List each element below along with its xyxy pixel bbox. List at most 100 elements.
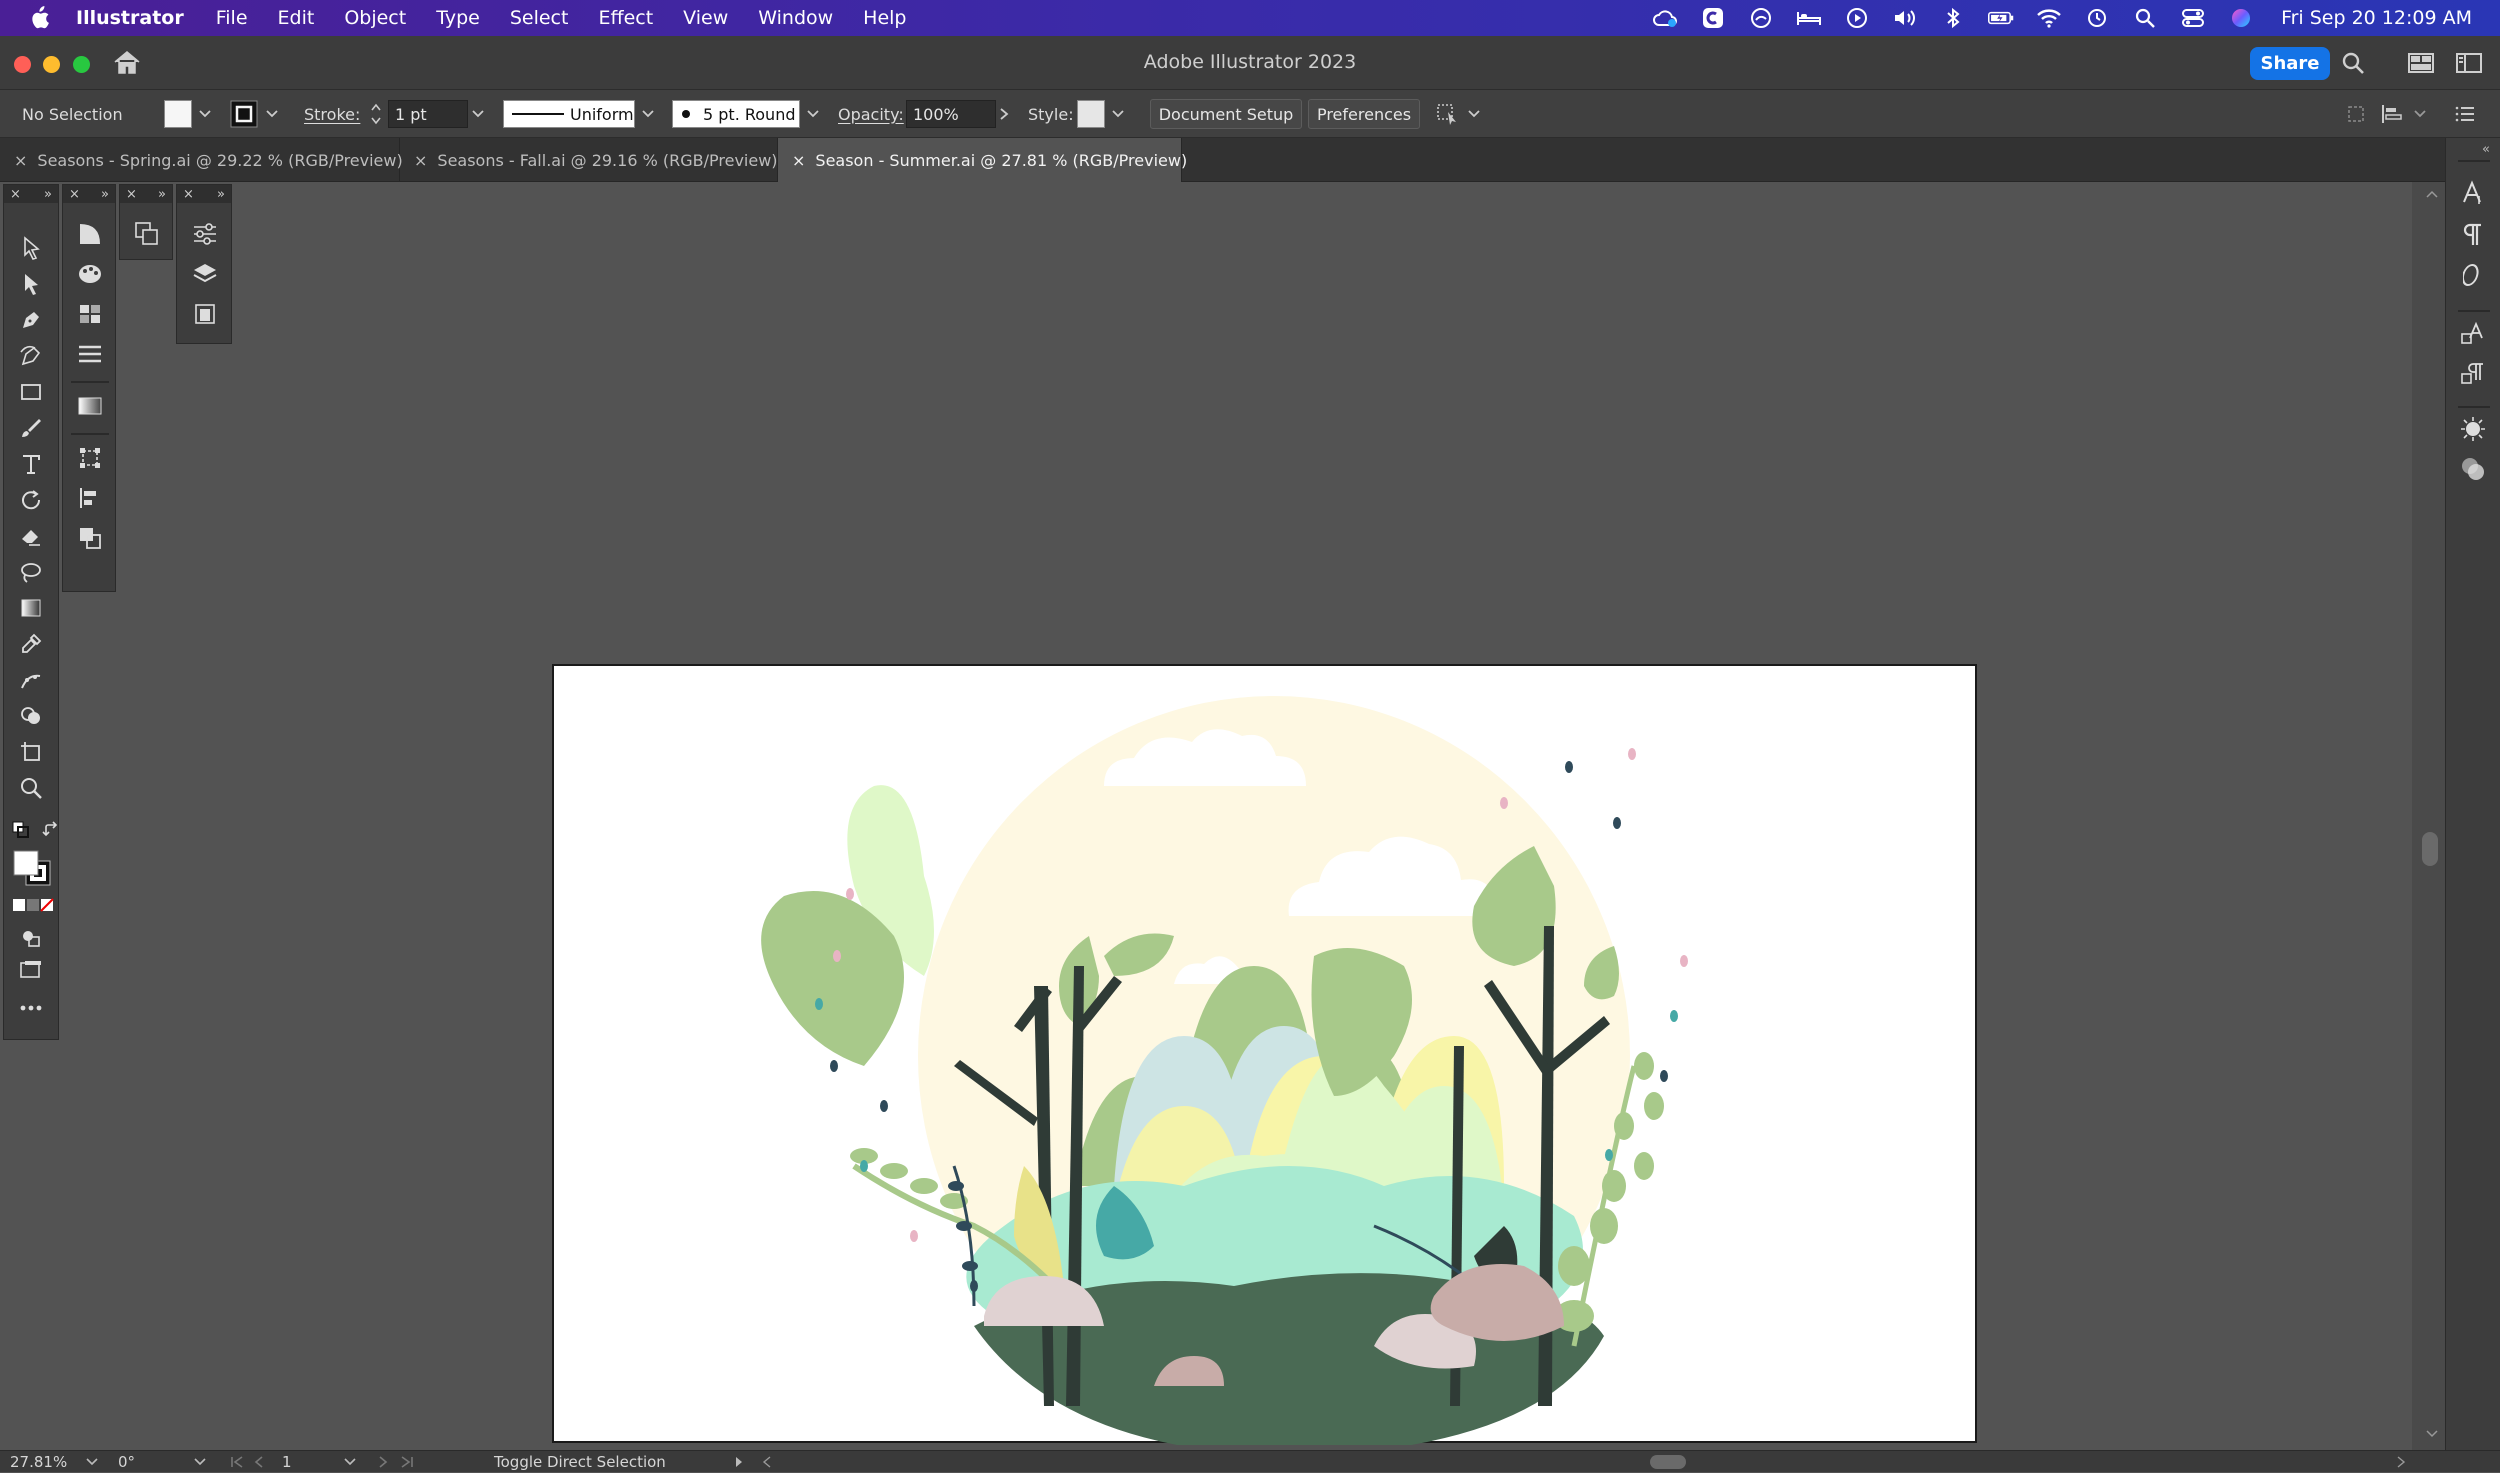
artboard-dropdown[interactable] bbox=[344, 1451, 356, 1473]
paragraph-panel-icon[interactable] bbox=[2458, 220, 2488, 250]
transparency-panel-icon[interactable] bbox=[2458, 454, 2488, 484]
shape-builder-tool-icon[interactable] bbox=[16, 701, 46, 731]
transform-panel-icon[interactable] bbox=[75, 443, 105, 473]
artboards-panel-icon[interactable] bbox=[132, 219, 162, 249]
stroke-color-dropdown[interactable] bbox=[264, 90, 280, 138]
panel-column-2-header[interactable]: ×» bbox=[63, 185, 115, 203]
profile-dropdown[interactable] bbox=[640, 90, 656, 138]
collapse-dock-icon[interactable]: « bbox=[2482, 142, 2490, 157]
stroke-panel-icon[interactable] bbox=[75, 339, 105, 369]
brush-dropdown[interactable] bbox=[805, 90, 821, 138]
stroke-weight-dropdown[interactable] bbox=[470, 90, 486, 138]
align-panel-icon[interactable] bbox=[75, 483, 105, 513]
search-icon[interactable] bbox=[2340, 50, 2366, 76]
selection-tool-icon[interactable] bbox=[16, 233, 46, 263]
opacity-input[interactable]: 100% bbox=[906, 100, 996, 128]
apple-icon[interactable] bbox=[28, 6, 50, 30]
first-artboard-icon[interactable] bbox=[230, 1451, 244, 1473]
pen-tool-icon[interactable] bbox=[16, 305, 46, 335]
fill-dropdown[interactable] bbox=[197, 90, 213, 138]
scroll-up-arrow[interactable] bbox=[2426, 190, 2438, 198]
character-styles-icon[interactable] bbox=[2458, 318, 2488, 348]
menu-object[interactable]: Object bbox=[344, 7, 406, 29]
preferences-button[interactable]: Preferences bbox=[1308, 99, 1420, 129]
battery-icon[interactable] bbox=[1988, 7, 2014, 29]
bluetooth-icon[interactable] bbox=[1940, 7, 1966, 29]
menu-help[interactable]: Help bbox=[863, 7, 906, 29]
c-app-icon[interactable] bbox=[1700, 7, 1726, 29]
default-fill-stroke-icon[interactable] bbox=[6, 815, 36, 845]
last-artboard-icon[interactable] bbox=[400, 1451, 414, 1473]
align-icon[interactable] bbox=[2380, 90, 2406, 138]
fill-stroke-indicator[interactable] bbox=[10, 847, 56, 891]
document-setup-button[interactable]: Document Setup bbox=[1150, 99, 1302, 129]
time-machine-icon[interactable] bbox=[2084, 7, 2110, 29]
menu-file[interactable]: File bbox=[216, 7, 248, 29]
vertical-scroll-thumb[interactable] bbox=[2422, 832, 2438, 866]
close-tab-icon[interactable]: × bbox=[414, 151, 427, 170]
play-icon[interactable] bbox=[1844, 7, 1870, 29]
close-tab-icon[interactable]: × bbox=[792, 151, 805, 170]
spotlight-search-icon[interactable] bbox=[2132, 7, 2158, 29]
scroll-down-arrow[interactable] bbox=[2426, 1430, 2438, 1438]
scroll-left-arrow[interactable] bbox=[762, 1451, 772, 1473]
curvature-tool-icon[interactable] bbox=[16, 341, 46, 371]
arrange-dropdown[interactable] bbox=[1466, 90, 1482, 138]
menu-select[interactable]: Select bbox=[510, 7, 569, 29]
scroll-right-arrow[interactable] bbox=[2396, 1451, 2406, 1473]
gradient-tool-icon[interactable] bbox=[16, 593, 46, 623]
paragraph-styles-icon[interactable] bbox=[2458, 358, 2488, 388]
drawing-mode-icon[interactable] bbox=[16, 923, 46, 953]
siri-icon[interactable] bbox=[2228, 7, 2254, 29]
libraries-panel-icon[interactable] bbox=[190, 299, 220, 329]
panel-column-4-header[interactable]: ×» bbox=[177, 185, 231, 203]
puppet-warp-tool-icon[interactable] bbox=[16, 665, 46, 695]
lasso-tool-icon[interactable] bbox=[16, 557, 46, 587]
paintbrush-tool-icon[interactable] bbox=[16, 413, 46, 443]
status-menu-arrow[interactable] bbox=[734, 1451, 744, 1473]
summer-forest-illustration[interactable] bbox=[554, 666, 1979, 1445]
close-panel-icon[interactable]: × bbox=[69, 187, 80, 202]
close-panel-icon[interactable]: × bbox=[183, 187, 194, 202]
share-button[interactable]: Share bbox=[2250, 47, 2330, 80]
expand-panel-icon[interactable]: » bbox=[101, 187, 109, 202]
transform-icon[interactable] bbox=[2345, 90, 2367, 138]
control-center-icon[interactable] bbox=[2180, 7, 2206, 29]
pathfinder-panel-icon[interactable] bbox=[75, 523, 105, 553]
previous-artboard-icon[interactable] bbox=[254, 1451, 264, 1473]
volume-icon[interactable] bbox=[1892, 7, 1918, 29]
expand-panel-icon[interactable]: » bbox=[158, 187, 166, 202]
menu-effect[interactable]: Effect bbox=[598, 7, 653, 29]
properties-panel-icon[interactable] bbox=[190, 219, 220, 249]
artboard[interactable] bbox=[552, 664, 1979, 1445]
rectangle-tool-icon[interactable] bbox=[16, 377, 46, 407]
tab-summer[interactable]: × Season - Summer.ai @ 27.81 % (RGB/Prev… bbox=[778, 138, 1187, 182]
gradient-panel-icon[interactable] bbox=[75, 391, 105, 421]
arrange-documents-icon[interactable] bbox=[2408, 52, 2434, 74]
canvas-area[interactable] bbox=[0, 182, 2430, 1450]
zoom-level[interactable]: 27.81% bbox=[10, 1453, 67, 1471]
stroke-label[interactable]: Stroke: bbox=[304, 90, 360, 138]
style-swatch[interactable] bbox=[1077, 90, 1105, 138]
opentype-panel-icon[interactable] bbox=[2458, 260, 2488, 290]
eraser-tool-icon[interactable] bbox=[16, 521, 46, 551]
expand-panel-icon[interactable]: » bbox=[44, 187, 52, 202]
wifi-icon[interactable] bbox=[2036, 7, 2062, 29]
vertical-scrollbar[interactable] bbox=[2412, 182, 2445, 1450]
close-panel-icon[interactable]: × bbox=[10, 187, 21, 202]
tab-spring[interactable]: × Seasons - Spring.ai @ 29.22 % (RGB/Pre… bbox=[0, 138, 403, 182]
close-panel-icon[interactable]: × bbox=[126, 187, 137, 202]
screen-mode-icon[interactable] bbox=[16, 955, 46, 985]
color-palette-icon[interactable] bbox=[75, 259, 105, 289]
zoom-tool-icon[interactable] bbox=[16, 773, 46, 803]
close-tab-icon[interactable]: × bbox=[14, 151, 27, 170]
type-tool-icon[interactable] bbox=[16, 449, 46, 479]
panel-column-3-header[interactable]: ×» bbox=[120, 185, 172, 203]
variable-width-profile[interactable]: Uniform bbox=[503, 100, 635, 128]
expand-panel-icon[interactable]: » bbox=[217, 187, 225, 202]
artboard-tool-icon[interactable] bbox=[16, 737, 46, 767]
menu-view[interactable]: View bbox=[683, 7, 728, 29]
stroke-weight-stepper[interactable] bbox=[369, 90, 383, 138]
arrange-icon[interactable] bbox=[1436, 90, 1462, 138]
direct-selection-tool-icon[interactable] bbox=[16, 269, 46, 299]
